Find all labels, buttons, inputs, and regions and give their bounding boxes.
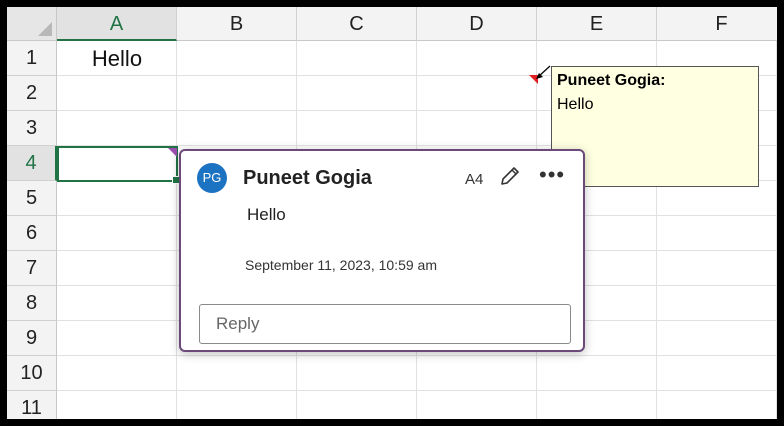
threaded-comment-card[interactable]: PG Puneet Gogia A4 ••• Hello September 1…	[179, 149, 585, 352]
row-header-7[interactable]: 7	[7, 251, 57, 286]
row-header-1[interactable]: 1	[7, 41, 57, 76]
reply-input[interactable]	[199, 304, 571, 344]
select-all-button[interactable]	[7, 7, 57, 41]
comment-timestamp: September 11, 2023, 10:59 am	[245, 257, 437, 273]
active-cell-a4[interactable]	[57, 146, 180, 184]
column-header-a[interactable]: A	[57, 7, 177, 41]
column-header-c[interactable]: C	[297, 7, 417, 41]
row-header-5[interactable]: 5	[7, 181, 57, 216]
comment-text: Hello	[247, 205, 286, 224]
column-header-b[interactable]: B	[177, 7, 297, 41]
row-header-3[interactable]: 3	[7, 111, 57, 146]
row-header-2[interactable]: 2	[7, 76, 57, 111]
note-indicator-icon[interactable]	[529, 75, 538, 84]
cell-a1[interactable]: Hello	[57, 41, 177, 76]
column-header-d[interactable]: D	[417, 7, 537, 41]
row-header-10[interactable]: 10	[7, 356, 57, 391]
row-header-6[interactable]: 6	[7, 216, 57, 251]
note-author: Puneet Gogia:	[557, 72, 666, 89]
row-header-8[interactable]: 8	[7, 286, 57, 321]
spreadsheet-window: A B C D E F 1 2 3 4 5 6 7 8 9 10 11 Hell…	[0, 0, 784, 426]
column-header-e[interactable]: E	[537, 7, 657, 41]
row-header-4[interactable]: 4	[7, 146, 57, 181]
comment-indicator-icon[interactable]	[168, 148, 177, 157]
avatar: PG	[197, 163, 227, 193]
column-header-f[interactable]: F	[657, 7, 777, 41]
row-header-9[interactable]: 9	[7, 321, 57, 356]
more-options-icon[interactable]: •••	[539, 164, 565, 186]
pencil-icon[interactable]	[499, 164, 521, 193]
select-all-triangle-icon	[38, 22, 52, 36]
note-text: Hello	[557, 96, 594, 113]
comment-author: Puneet Gogia	[243, 167, 372, 189]
comment-cell-reference: A4	[465, 171, 484, 188]
row-header-11[interactable]: 11	[7, 391, 57, 419]
